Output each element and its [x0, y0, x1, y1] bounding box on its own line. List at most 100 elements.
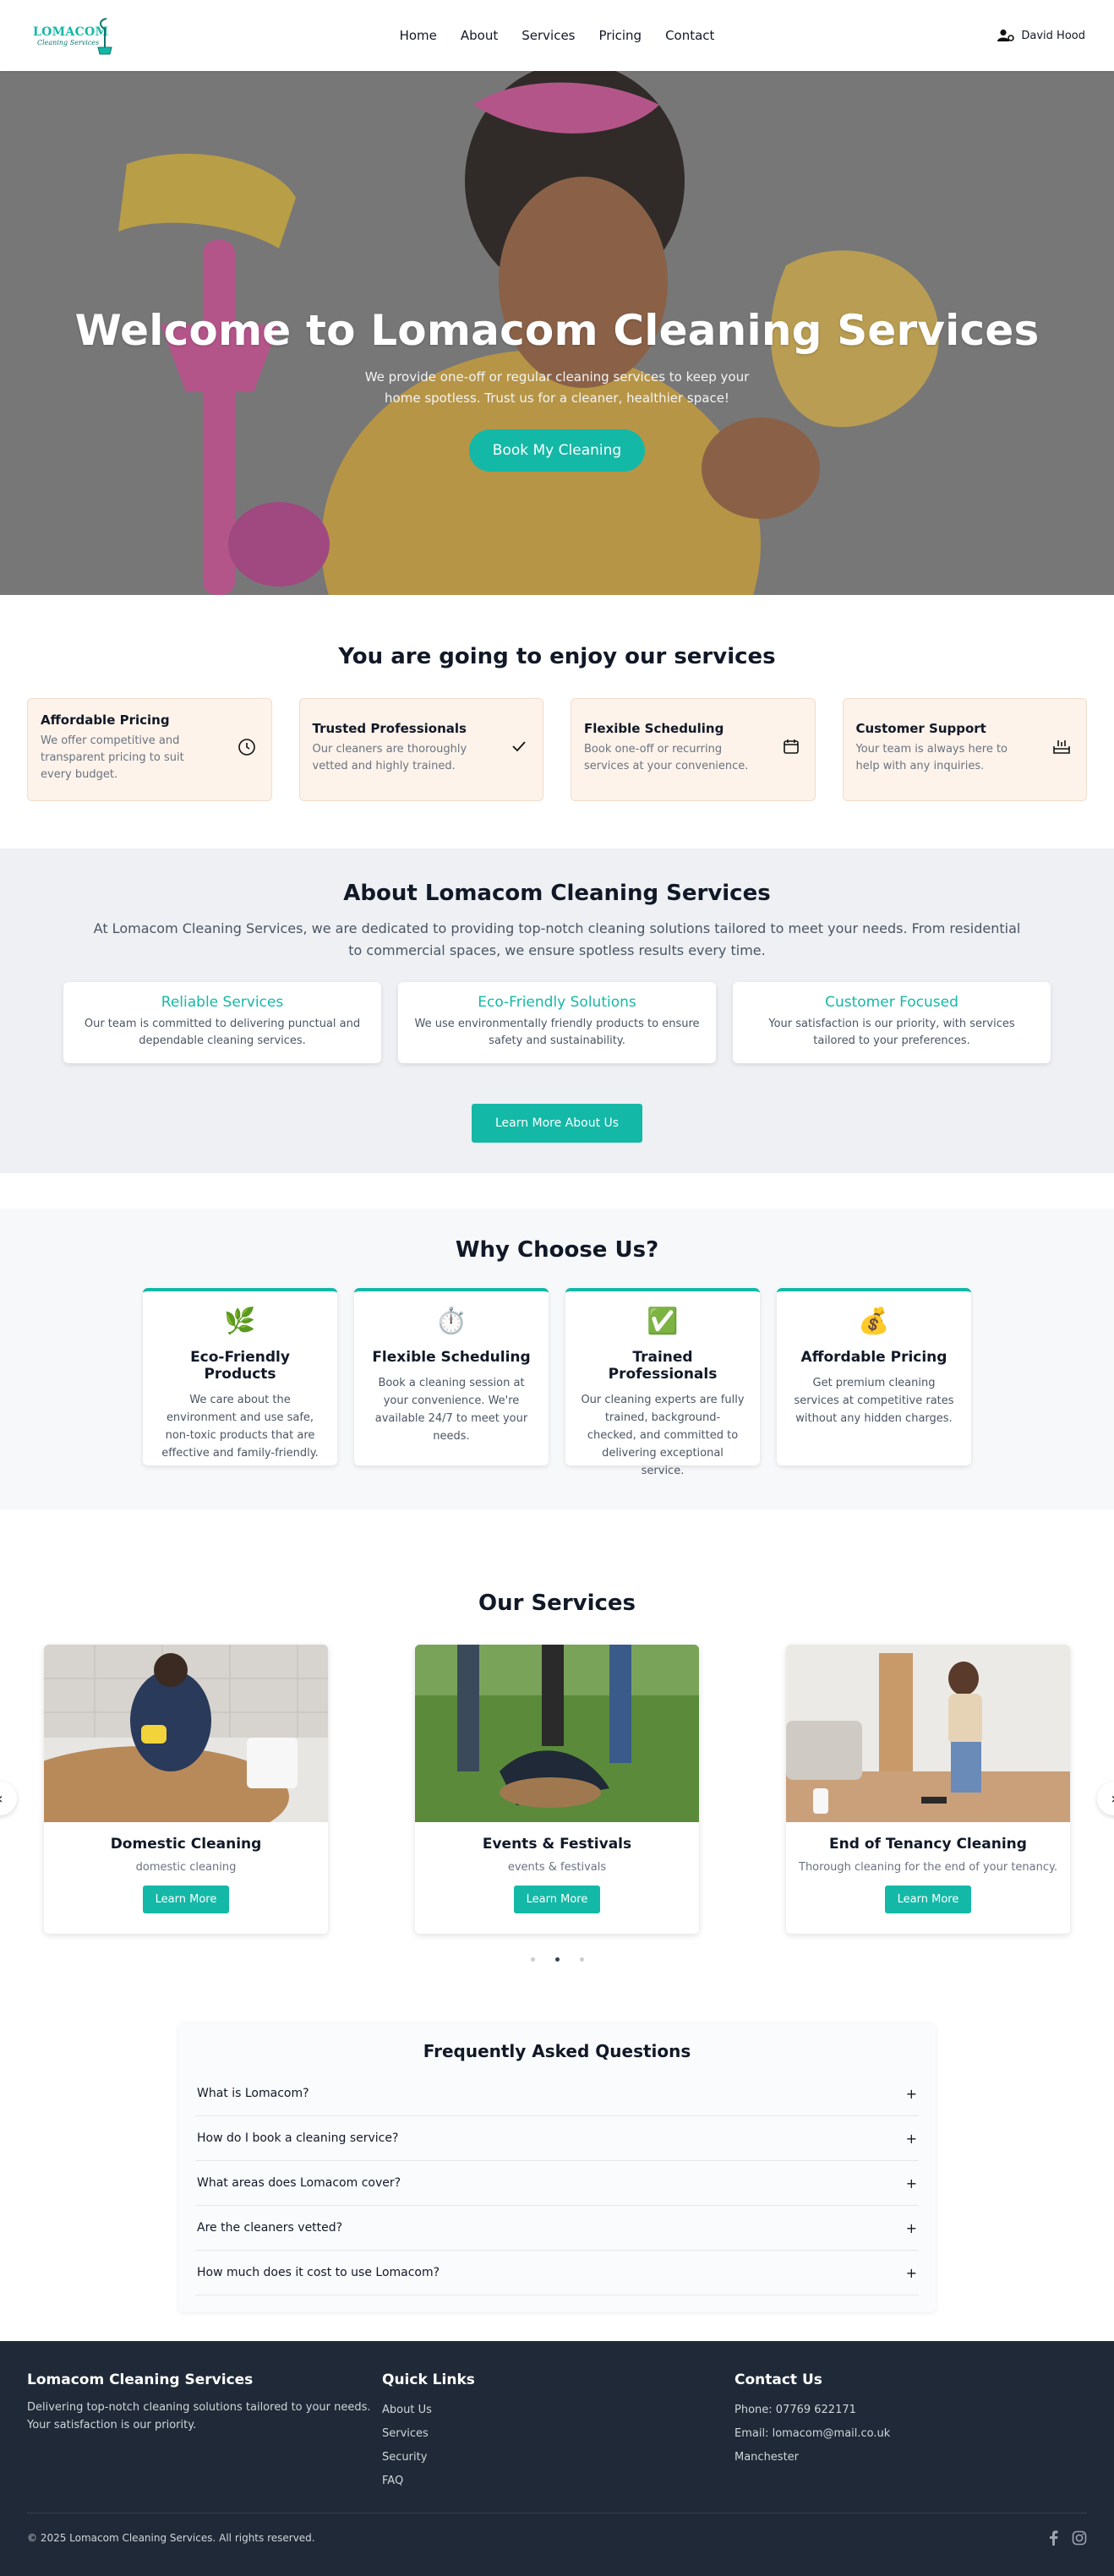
faq-item[interactable]: What is Lomacom? + [195, 2071, 919, 2116]
why-title: Why Choose Us? [455, 1237, 659, 1263]
footer-contact-title: Contact Us [734, 2371, 822, 2388]
carousel-dot-active[interactable] [554, 1957, 560, 1962]
faq-question: How much does it cost to use Lomacom? [197, 2266, 440, 2279]
carousel-next-button[interactable]: › [1097, 1782, 1114, 1815]
why-card: 🌿 Eco-Friendly Products We care about th… [143, 1288, 337, 1465]
faq-item[interactable]: How do I book a cleaning service? + [195, 2116, 919, 2161]
enjoy-card-text: Your team is always here to help with an… [855, 743, 1008, 772]
user-name: David Hood [1021, 29, 1085, 42]
about-section: About Lomacom Cleaning Services At Lomac… [0, 849, 1114, 1173]
footer-phone: Phone: 07769 622171 [734, 2404, 856, 2416]
footer-link-security[interactable]: Security [382, 2446, 734, 2470]
footer-brand-text: Delivering top-notch cleaning solutions … [27, 2401, 371, 2431]
footer-contact: Contact Us Phone: 07769 622171 Email: lo… [734, 2371, 1087, 2493]
clock-icon [238, 739, 255, 756]
nav-pricing[interactable]: Pricing [599, 28, 642, 43]
service-image [44, 1645, 328, 1822]
footer-quick-links: Quick Links About Us Services Security F… [382, 2371, 734, 2493]
about-card-text: Our team is committed to delivering punc… [84, 1018, 361, 1047]
faq-item[interactable]: Are the cleaners vetted? + [195, 2206, 919, 2251]
footer-email: Email: lomacom@mail.co.uk [734, 2427, 891, 2440]
service-title: Domestic Cleaning [110, 1836, 262, 1853]
book-cleaning-button[interactable]: Book My Cleaning [468, 429, 646, 472]
footer-link-about[interactable]: About Us [382, 2399, 734, 2422]
money-bag-icon: 💰 [858, 1307, 890, 1336]
why-card-text: Book a cleaning session at your convenie… [374, 1377, 528, 1443]
plus-icon[interactable]: + [906, 2175, 917, 2191]
faq-panel: Frequently Asked Questions What is Lomac… [178, 2022, 936, 2312]
service-text: domestic cleaning [135, 1861, 237, 1874]
service-card: End of Tenancy Cleaning Thorough cleanin… [786, 1645, 1070, 1934]
nav-home[interactable]: Home [400, 28, 437, 43]
services-carousel: ‹ Domestic Cleaning domestic cleaning Le… [0, 1645, 1114, 1934]
footer-brand: Lomacom Cleaning Services Delivering top… [27, 2371, 382, 2493]
stopwatch-icon: ⏱️ [435, 1307, 467, 1336]
why-card: ⏱️ Flexible Scheduling Book a cleaning s… [354, 1288, 549, 1465]
faq-item[interactable]: How much does it cost to use Lomacom? + [195, 2251, 919, 2295]
footer-brand-title: Lomacom Cleaning Services [27, 2371, 254, 2388]
nav-contact[interactable]: Contact [665, 28, 714, 43]
service-learn-more-button[interactable]: Learn More [142, 1886, 230, 1913]
about-card: Customer Focused Your satisfaction is ou… [733, 982, 1051, 1063]
facebook-icon[interactable] [1048, 2530, 1058, 2546]
site-header: LOMACOM Cleaning Services Home About Ser… [0, 0, 1114, 71]
enjoy-card-title: Affordable Pricing [41, 712, 170, 728]
faq-question: What areas does Lomacom cover? [197, 2176, 401, 2190]
about-description: At Lomacom Cleaning Services, we are ded… [93, 920, 1021, 958]
learn-more-about-button[interactable]: Learn More About Us [471, 1104, 643, 1143]
enjoy-card: Affordable Pricing We offer competitive … [27, 698, 272, 801]
faq-question: Are the cleaners vetted? [197, 2221, 343, 2235]
nav-services[interactable]: Services [522, 28, 575, 43]
about-card: Eco-Friendly Solutions We use environmen… [398, 982, 716, 1063]
copyright: © 2025 Lomacom Cleaning Services. All ri… [27, 2532, 315, 2544]
carousel-dot[interactable] [530, 1957, 535, 1962]
service-title: End of Tenancy Cleaning [829, 1836, 1027, 1853]
enjoy-cards: Affordable Pricing We offer competitive … [27, 698, 1087, 801]
nav-about[interactable]: About [461, 28, 498, 43]
enjoy-section: You are going to enjoy our services Affo… [0, 595, 1114, 849]
plus-icon[interactable]: + [906, 2086, 917, 2102]
why-card: 💰 Affordable Pricing Get premium cleanin… [777, 1288, 971, 1465]
logo[interactable]: LOMACOM Cleaning Services [29, 12, 122, 59]
enjoy-card-text: Book one-off or recurring services at yo… [584, 743, 749, 772]
enjoy-title: You are going to enjoy our services [338, 644, 776, 669]
hero-content: Welcome to Lomacom Cleaning Services We … [0, 306, 1114, 472]
hero-banner: Welcome to Lomacom Cleaning Services We … [0, 71, 1114, 595]
faq-item[interactable]: What areas does Lomacom cover? + [195, 2161, 919, 2206]
about-card-text: We use environmentally friendly products… [414, 1018, 700, 1047]
service-text: Thorough cleaning for the end of your te… [799, 1861, 1057, 1874]
footer-bottom: © 2025 Lomacom Cleaning Services. All ri… [27, 2530, 1087, 2546]
enjoy-card: Flexible Scheduling Book one-off or recu… [571, 698, 816, 801]
support-icon [1053, 740, 1070, 754]
about-cards: Reliable Services Our team is committed … [0, 982, 1114, 1063]
faq-question: How do I book a cleaning service? [197, 2131, 399, 2145]
footer-link-faq[interactable]: FAQ [382, 2470, 734, 2493]
user-menu[interactable]: David Hood [997, 29, 1085, 42]
hero-title: Welcome to Lomacom Cleaning Services [74, 306, 1040, 355]
check-icon [512, 741, 526, 752]
user-cog-icon [997, 29, 1015, 41]
plus-icon[interactable]: + [906, 2265, 917, 2281]
service-learn-more-button[interactable]: Learn More [513, 1886, 601, 1913]
service-learn-more-button[interactable]: Learn More [884, 1886, 972, 1913]
carousel-prev-button[interactable]: ‹ [0, 1782, 17, 1815]
plus-icon[interactable]: + [906, 2220, 917, 2236]
enjoy-card-title: Customer Support [855, 721, 986, 736]
plus-icon[interactable]: + [906, 2131, 917, 2147]
social-links [1048, 2530, 1087, 2546]
service-card: Events & Festivals events & festivals Le… [415, 1645, 699, 1934]
why-section: Why Choose Us? 🌿 Eco-Friendly Products W… [0, 1209, 1114, 1509]
footer-link-services[interactable]: Services [382, 2422, 734, 2446]
site-footer: Lomacom Cleaning Services Delivering top… [0, 2341, 1114, 2576]
footer-links-title: Quick Links [382, 2371, 475, 2388]
why-card-title: Flexible Scheduling [372, 1349, 531, 1366]
carousel-dot[interactable] [579, 1957, 584, 1962]
services-title: Our Services [478, 1591, 636, 1616]
why-card-title: Affordable Pricing [800, 1349, 947, 1366]
why-card-text: We care about the environment and use sa… [161, 1394, 319, 1460]
instagram-icon[interactable] [1072, 2530, 1087, 2546]
services-section: Our Services ‹ Domestic Cleaning domesti… [0, 1509, 1114, 1995]
calendar-icon [783, 740, 799, 754]
about-card-text: Your satisfaction is our priority, with … [768, 1018, 1015, 1047]
faq-title: Frequently Asked Questions [423, 2041, 691, 2061]
